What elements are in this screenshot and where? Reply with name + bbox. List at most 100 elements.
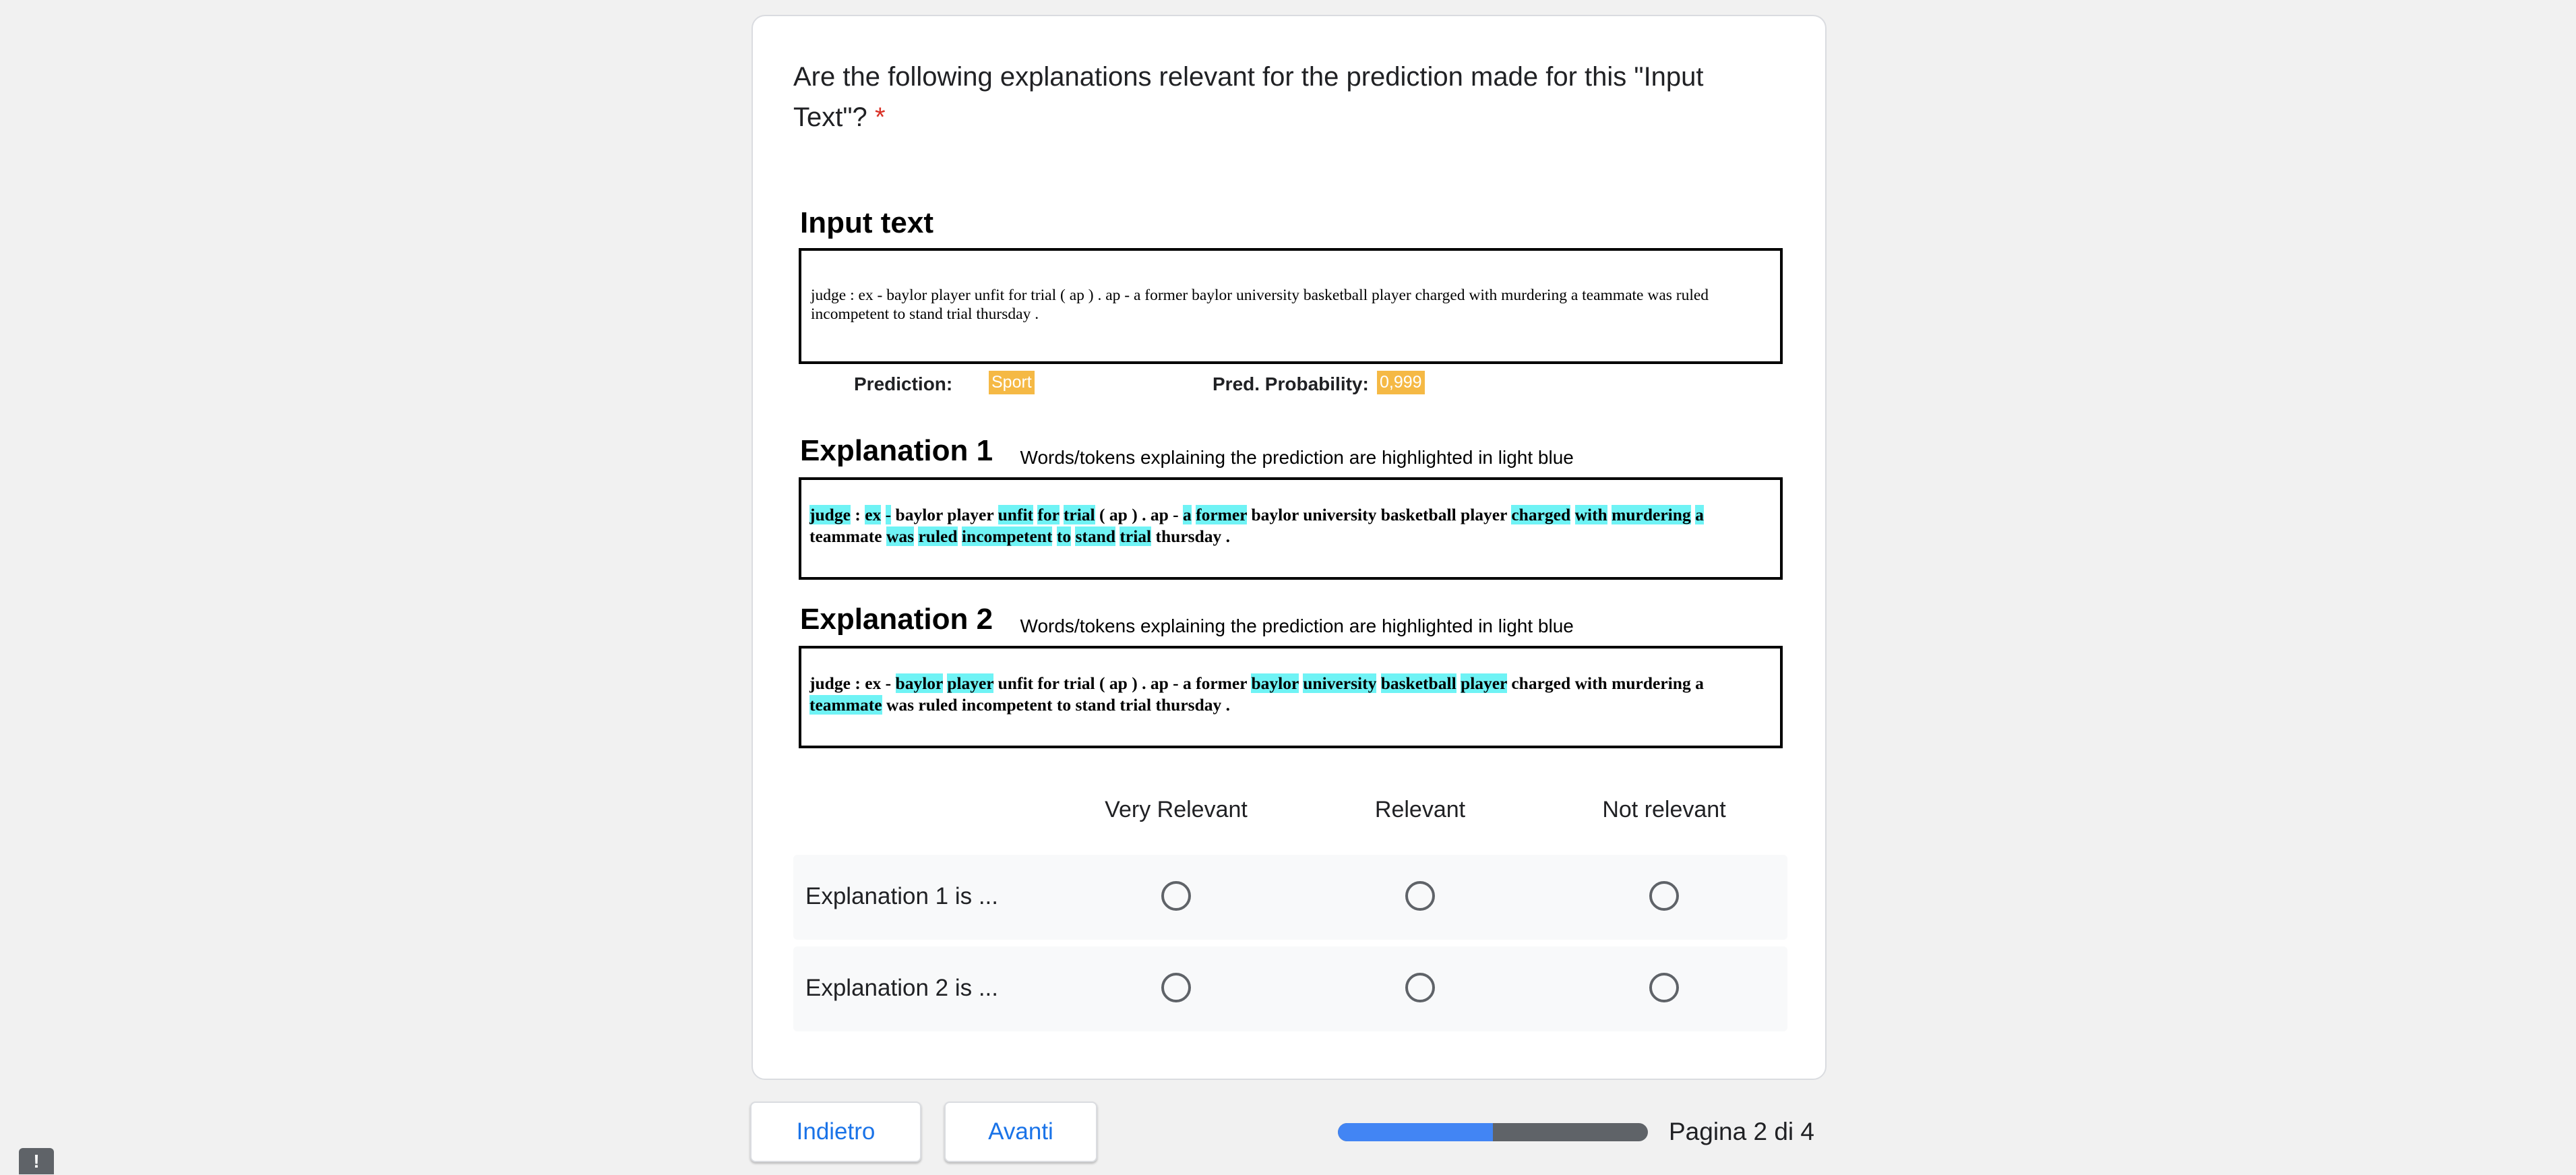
radio-exp2-not-relevant[interactable] — [1649, 973, 1679, 1002]
token: incompetent — [961, 695, 1053, 715]
token: ap — [1150, 505, 1169, 524]
highlighted-token: basketball — [1380, 673, 1456, 693]
token: player — [947, 505, 994, 524]
column-header-very-relevant: Very Relevant — [1105, 797, 1248, 822]
token: teammate — [809, 526, 882, 546]
highlighted-token: murdering — [1612, 505, 1691, 524]
token: player — [1461, 505, 1507, 524]
radio-exp2-relevant[interactable] — [1405, 973, 1435, 1002]
highlighted-token: baylor — [895, 673, 943, 693]
token: was — [886, 695, 915, 715]
row-label-explanation-1: Explanation 1 is ... — [805, 883, 998, 909]
probability-badge: 0,999 — [1377, 371, 1425, 394]
token: - — [1173, 505, 1179, 524]
highlighted-token: ruled — [918, 526, 958, 546]
radio-exp1-relevant[interactable] — [1405, 881, 1435, 911]
highlighted-token: a — [1695, 505, 1704, 524]
highlighted-token: university — [1303, 673, 1377, 693]
highlighted-token: for — [1037, 505, 1060, 524]
radio-exp1-very-relevant[interactable] — [1161, 881, 1191, 911]
prediction-row: Prediction: Sport Pred. Probability: 0,9… — [799, 369, 1783, 399]
token: murdering — [1612, 673, 1691, 693]
token: ap — [1109, 673, 1128, 693]
token: trial — [1063, 673, 1095, 693]
column-header-not-relevant: Not relevant — [1602, 797, 1726, 822]
question-card: Are the following explanations relevant … — [752, 15, 1827, 1080]
token: trial — [1120, 695, 1152, 715]
token: baylor — [895, 505, 943, 524]
token: ex — [865, 673, 882, 693]
token: to — [1056, 695, 1072, 715]
radio-exp1-not-relevant[interactable] — [1649, 881, 1679, 911]
highlighted-token: baylor — [1251, 673, 1299, 693]
question-text: Are the following explanations relevant … — [793, 62, 1704, 132]
token: basketball — [1380, 505, 1456, 524]
token: ap — [1150, 673, 1169, 693]
highlighted-token: stand — [1075, 526, 1116, 546]
explanation-2-title: Explanation 2 — [800, 603, 993, 636]
column-header-relevant: Relevant — [1374, 797, 1466, 822]
token: ruled — [918, 695, 958, 715]
token: - — [1173, 673, 1179, 693]
token: ap — [1109, 505, 1128, 524]
progress-bar — [1338, 1123, 1648, 1141]
token: . — [1225, 526, 1231, 546]
token: thursday — [1155, 526, 1222, 546]
token: ) — [1132, 505, 1138, 524]
explanation-1-title: Explanation 1 — [800, 434, 993, 467]
relevance-grid: Very Relevant Relevant Not relevant Expl… — [793, 778, 1787, 1034]
question-figure: Input text judge : ex - baylor player un… — [799, 193, 1783, 748]
highlighted-token: with — [1574, 505, 1607, 524]
highlighted-token: trial — [1120, 526, 1152, 546]
token: . — [1142, 673, 1146, 693]
explanation-2-subtitle: Words/tokens explaining the prediction a… — [1020, 615, 1574, 636]
explanation-1-subtitle: Words/tokens explaining the prediction a… — [1020, 446, 1574, 468]
next-button[interactable]: Avanti — [944, 1102, 1097, 1162]
highlighted-token: ex — [865, 505, 882, 524]
input-text-box: judge : ex - baylor player unfit for tri… — [799, 248, 1783, 364]
progress-bar-fill — [1338, 1123, 1493, 1141]
grid-row-explanation-1: Explanation 1 is ... — [793, 855, 1787, 940]
input-text-content: judge : ex - baylor player unfit for tri… — [811, 287, 1709, 323]
token: university — [1303, 505, 1377, 524]
token: . — [1225, 695, 1231, 715]
token: baylor — [1251, 505, 1299, 524]
row-label-explanation-2: Explanation 2 is ... — [805, 975, 998, 1001]
question-title: Are the following explanations relevant … — [793, 57, 1777, 138]
token: unfit — [998, 673, 1034, 693]
token: ) — [1132, 673, 1138, 693]
token: : — [855, 673, 861, 693]
back-button[interactable]: Indietro — [750, 1102, 921, 1162]
token: - — [885, 673, 892, 693]
token: a — [1695, 673, 1704, 693]
explanation-1-header: Explanation 1 Words/tokens explaining th… — [800, 434, 1574, 469]
highlighted-token: was — [886, 526, 915, 546]
token: charged — [1511, 673, 1571, 693]
token: former — [1196, 673, 1248, 693]
probability-label: Pred. Probability: — [1213, 373, 1369, 394]
highlighted-token: judge — [809, 505, 851, 524]
token: . — [1142, 505, 1146, 524]
highlighted-token: charged — [1511, 505, 1571, 524]
prediction-label: Prediction: — [854, 373, 953, 394]
radio-exp2-very-relevant[interactable] — [1161, 973, 1191, 1002]
highlighted-token: player — [947, 673, 994, 693]
page-indicator: Pagina 2 di 4 — [1669, 1118, 1815, 1145]
highlighted-token: teammate — [809, 695, 882, 715]
explanation-1-box: judge : ex - baylor player unfit for tri… — [799, 477, 1783, 580]
highlighted-token: former — [1196, 505, 1248, 524]
grid-row-explanation-2: Explanation 2 is ... — [793, 946, 1787, 1031]
token: judge — [809, 673, 851, 693]
highlighted-token: a — [1183, 505, 1192, 524]
highlighted-token: incompetent — [961, 526, 1053, 546]
highlighted-token: player — [1461, 673, 1507, 693]
token: for — [1037, 673, 1060, 693]
highlighted-token: to — [1056, 526, 1072, 546]
highlighted-token: - — [885, 505, 892, 524]
token: ( — [1099, 673, 1105, 693]
explanation-2-header: Explanation 2 Words/tokens explaining th… — [800, 603, 1574, 637]
prediction-badge: Sport — [989, 371, 1035, 394]
report-problem-button[interactable]: ! — [19, 1148, 54, 1174]
token: thursday — [1155, 695, 1222, 715]
token: ( — [1099, 505, 1105, 524]
